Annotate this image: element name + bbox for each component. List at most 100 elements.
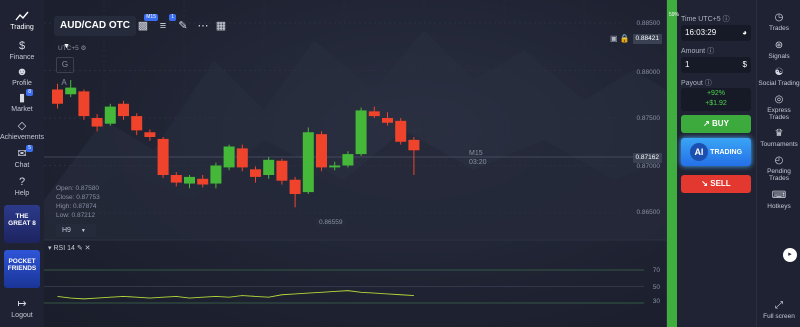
payout-label: Payout ⓘ [681, 78, 712, 88]
crosshair-icon[interactable]: ▣ [610, 34, 618, 43]
rnav-social-trading[interactable]: ☯ Social Trading [757, 67, 800, 87]
candle-bearish[interactable] [236, 148, 248, 168]
candle-bearish[interactable] [131, 116, 143, 131]
nav-label: Market [11, 106, 33, 113]
asset-name: AUD/CAD OTC [60, 20, 130, 31]
nav-logout[interactable]: ↦ Logout [0, 298, 44, 319]
pending-icon: ◴ [774, 155, 784, 166]
candle-bearish[interactable] [408, 139, 420, 151]
candle-bullish[interactable] [355, 110, 367, 155]
candle-bullish[interactable] [342, 154, 354, 166]
candle-bullish[interactable] [223, 146, 235, 168]
ohlc-info: Open: 0.87580 Close: 0.87753 High: 0.878… [56, 184, 100, 220]
nav-help[interactable]: ? Help [0, 176, 44, 197]
candle-bullish[interactable] [302, 132, 314, 193]
rnav-hotkeys[interactable]: ⌨ Hotkeys [757, 190, 800, 210]
rnav-trades[interactable]: ◷ Trades [757, 12, 800, 32]
candle-bearish[interactable] [52, 89, 63, 104]
rsi-header: ▾ RSI 14 ✎ ✕ [48, 244, 91, 252]
candle-bearish[interactable] [250, 169, 261, 177]
candle-bearish[interactable] [144, 132, 156, 137]
candle-bearish[interactable] [382, 118, 393, 123]
nav-trading[interactable]: Trading [0, 10, 44, 31]
edit-icon[interactable]: ✎ [77, 245, 83, 252]
rnav-pending-trades[interactable]: ◴ Pending Trades [757, 155, 800, 182]
collapse-icon[interactable]: ▾ [48, 245, 52, 252]
candle-bearish[interactable] [157, 138, 169, 175]
rnav-label: Full screen [763, 313, 795, 320]
nav-label: Logout [11, 312, 33, 319]
rnav-label: Trades [769, 25, 789, 32]
candle-bearish[interactable] [91, 118, 103, 127]
candle-bullish[interactable] [104, 106, 116, 124]
candle-bullish[interactable] [210, 165, 222, 184]
rnav-express-trades[interactable]: ◎ Express Trades [757, 94, 800, 121]
current-price-tag: 0.87162 [632, 153, 662, 163]
timeframe-select[interactable]: H9 ▼ [56, 224, 96, 237]
time-field[interactable]: 16:03:29 ◕ [681, 25, 751, 41]
candle-bearish[interactable] [118, 103, 129, 117]
chevron-down-icon: ▼ [80, 228, 86, 234]
chart-type-icon[interactable]: ▩ M15 [134, 14, 158, 34]
a-button[interactable]: A [56, 76, 72, 90]
candle-bearish[interactable] [289, 179, 301, 194]
settings-gear-icon[interactable]: ⚙ [81, 45, 87, 52]
candle-bearish[interactable] [276, 160, 288, 181]
diamond-icon: ◇ [17, 120, 27, 132]
ohlc-open: Open: 0.87580 [56, 185, 100, 192]
dollar-icon[interactable]: $ [743, 57, 747, 73]
promo-pocket-friends[interactable]: POCKET FRIENDS [4, 250, 40, 288]
candle-bullish[interactable] [329, 165, 341, 168]
logout-icon: ↦ [17, 298, 27, 310]
draw-tool-icon[interactable]: ✎ [174, 18, 192, 34]
candle-bearish[interactable] [368, 111, 380, 117]
top-price-controls: ▣ 🔒 [610, 34, 630, 43]
help-icon[interactable]: ⓘ [705, 80, 712, 87]
help-icon[interactable]: ⓘ [723, 16, 730, 23]
ai-trading-button[interactable]: AI TRADING [681, 138, 751, 166]
nav-label: Finance [9, 54, 35, 61]
candle-bearish[interactable] [316, 134, 327, 168]
indicators-icon[interactable]: ≡ 1 [154, 14, 176, 34]
sell-button[interactable]: ↘ SELL [681, 175, 751, 193]
timezone-text: UTC+5 [58, 45, 79, 52]
clock-icon[interactable]: ◕ [742, 25, 747, 41]
chart-area[interactable]: AUD/CAD OTC ▼ ▩ M15 ≡ 1 ✎ ⋯ ▦ UTC+5 ⚙ G … [44, 0, 666, 327]
candle-bullish[interactable] [184, 176, 195, 184]
nav-chat[interactable]: ✉ 5 Chat [0, 145, 44, 169]
promo-great-8[interactable]: THE GREAT 8 [4, 205, 40, 243]
nav-finance[interactable]: $ Finance [0, 40, 44, 61]
more-icon[interactable]: ⋯ [194, 18, 212, 34]
candle-bullish[interactable] [263, 159, 275, 175]
rsi-level: 50 [652, 284, 660, 291]
amount-field[interactable]: 1 $ [681, 57, 751, 73]
time-label: Time UTC+5 ⓘ [681, 14, 730, 24]
nav-achievements[interactable]: ◇ Achievements [0, 120, 44, 141]
candle-bearish[interactable] [197, 178, 209, 185]
nav-label: Chat [14, 162, 30, 169]
chat-icon: ✉ 5 [17, 145, 33, 160]
close-icon[interactable]: ✕ [85, 245, 91, 252]
g-button[interactable]: G [56, 57, 74, 73]
asset-selector[interactable]: AUD/CAD OTC ▼ [54, 16, 136, 50]
buy-button[interactable]: ↗ BUY [681, 115, 751, 133]
help-icon[interactable]: ⓘ [707, 48, 714, 55]
candlestick-chart[interactable] [44, 0, 666, 327]
candle-bearish[interactable] [170, 175, 182, 183]
nav-market[interactable]: ▮ 8 Market [0, 89, 44, 113]
expand-panel-icon[interactable]: ▸ [783, 248, 797, 262]
lock-icon[interactable]: 🔒 [620, 34, 630, 43]
nav-label: Help [14, 190, 30, 197]
rnav-signals[interactable]: ⊛ Signals [757, 40, 800, 60]
candle-bearish[interactable] [78, 91, 90, 117]
rnav-tournaments[interactable]: ♛ Tournaments [757, 128, 800, 148]
left-sidebar: Trading $ Finance ☻ Profile ▮ 8 Market ◇ … [0, 0, 45, 327]
dollar-icon: $ [18, 40, 26, 52]
candle-bearish[interactable] [395, 120, 407, 142]
express-icon: ◎ [774, 94, 784, 105]
nav-profile[interactable]: ☻ Profile [0, 66, 44, 87]
layout-grid-icon[interactable]: ▦ [212, 18, 230, 34]
arrow-up-icon: ↗ [703, 119, 710, 128]
rnav-label: Tournaments [760, 141, 798, 148]
rnav-fullscreen[interactable]: ⤢ Full screen [757, 300, 800, 320]
